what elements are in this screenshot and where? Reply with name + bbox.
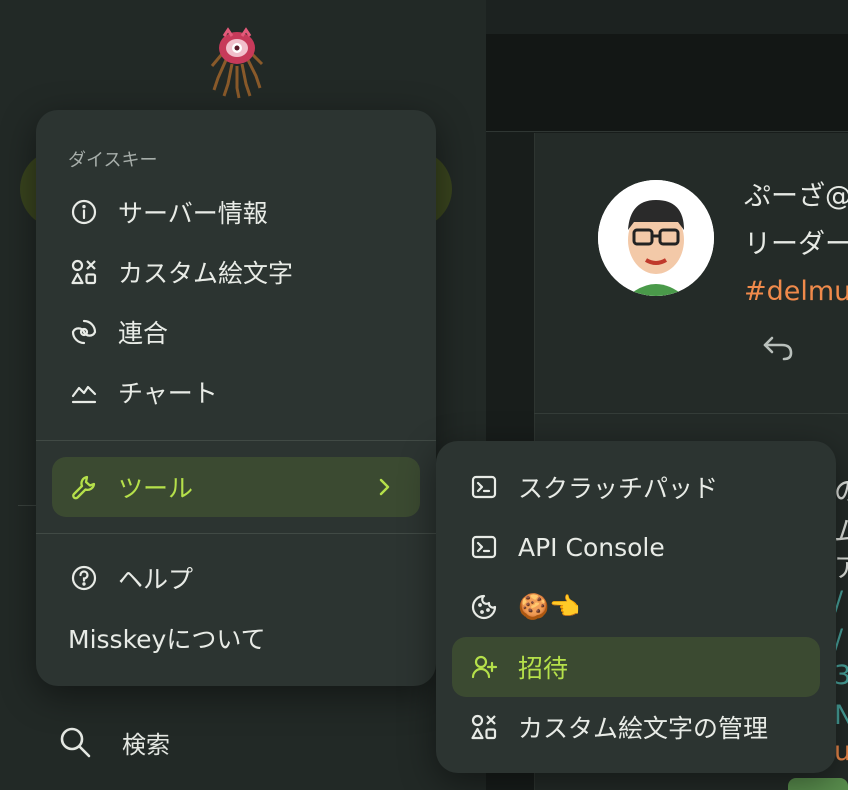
submenu-item-manage-custom-emoji[interactable]: カスタム絵文字の管理 — [452, 697, 820, 757]
main-header — [486, 34, 848, 132]
timeline-fragment: ム — [834, 517, 848, 548]
federation-icon — [68, 316, 100, 348]
cookie-icon — [468, 591, 500, 623]
menu-item-label: カスタム絵文字 — [118, 259, 294, 288]
menu-caption: ダイスキー — [68, 150, 158, 171]
shapes-icon — [68, 256, 100, 288]
note-author-name[interactable]: ぷーざ@ — [744, 174, 848, 213]
menu-item-label: スクラッチパッド — [518, 474, 719, 503]
search-icon — [60, 727, 91, 758]
reply-icon[interactable] — [760, 330, 796, 366]
instance-icon[interactable] — [206, 26, 268, 100]
sidebar-divider — [18, 505, 36, 506]
terminal-icon — [468, 471, 500, 503]
submenu-item-invite[interactable]: 招待 — [452, 637, 820, 697]
post-button[interactable] — [788, 778, 848, 790]
sidebar-item-label: 検索 — [122, 730, 170, 759]
menu-item-label: 🍪👈 — [518, 592, 581, 621]
instance-menu: ダイスキー サーバー情報 カスタム絵文字 連合 チャート ツール ヘルプ Mis… — [36, 110, 436, 686]
menu-item-about-misskey[interactable]: Misskeyについて — [52, 608, 420, 668]
avatar[interactable] — [598, 180, 714, 296]
menu-divider — [36, 440, 436, 441]
menu-item-label: 招待 — [518, 654, 569, 683]
timeline-fragment: N — [834, 700, 848, 731]
menu-item-label: ツール — [118, 474, 194, 503]
sidebar-item-search[interactable]: 検索 — [58, 722, 170, 762]
timeline-fragment: ア — [834, 553, 848, 584]
menu-item-help[interactable]: ヘルプ — [52, 548, 420, 608]
menu-item-label: 連合 — [118, 319, 169, 348]
menu-item-label: Misskeyについて — [68, 625, 266, 654]
app-window: 検索 ぷーざ@ リーダー #delmu の ム ア / / 3 N u ダイスキ… — [0, 0, 848, 790]
help-icon — [68, 562, 100, 594]
chevron-right-icon — [379, 478, 390, 496]
note-divider — [534, 413, 848, 414]
user-plus-icon — [468, 651, 500, 683]
timeline-fragment: u — [834, 736, 848, 767]
menu-item-label: ヘルプ — [118, 565, 194, 594]
wrench-icon — [68, 471, 100, 503]
menu-item-charts[interactable]: チャート — [52, 362, 420, 422]
menu-item-custom-emoji[interactable]: カスタム絵文字 — [52, 242, 420, 302]
menu-divider — [36, 533, 436, 534]
tools-submenu: スクラッチパッド API Console 🍪👈 招待 カスタム絵文字の管理 — [436, 441, 836, 773]
info-icon — [68, 196, 100, 228]
chart-icon — [68, 376, 100, 408]
menu-item-server-info[interactable]: サーバー情報 — [52, 182, 420, 242]
menu-item-federation[interactable]: 連合 — [52, 302, 420, 362]
submenu-item-scratchpad[interactable]: スクラッチパッド — [452, 457, 820, 517]
timeline-fragment: 3 — [834, 660, 848, 691]
note-text: リーダー — [744, 229, 848, 260]
shapes-icon — [468, 711, 500, 743]
timeline-fragment: の — [834, 477, 848, 508]
submenu-item-cookie-clicker[interactable]: 🍪👈 — [452, 577, 820, 637]
menu-item-label: チャート — [118, 379, 218, 408]
menu-item-tools[interactable]: ツール — [52, 457, 420, 517]
submenu-item-api-console[interactable]: API Console — [452, 517, 820, 577]
note-hashtag[interactable]: #delmu — [744, 276, 848, 307]
menu-item-label: API Console — [518, 532, 665, 562]
menu-item-label: サーバー情報 — [118, 199, 268, 228]
menu-item-label: カスタム絵文字の管理 — [518, 714, 769, 743]
terminal-icon — [468, 531, 500, 563]
